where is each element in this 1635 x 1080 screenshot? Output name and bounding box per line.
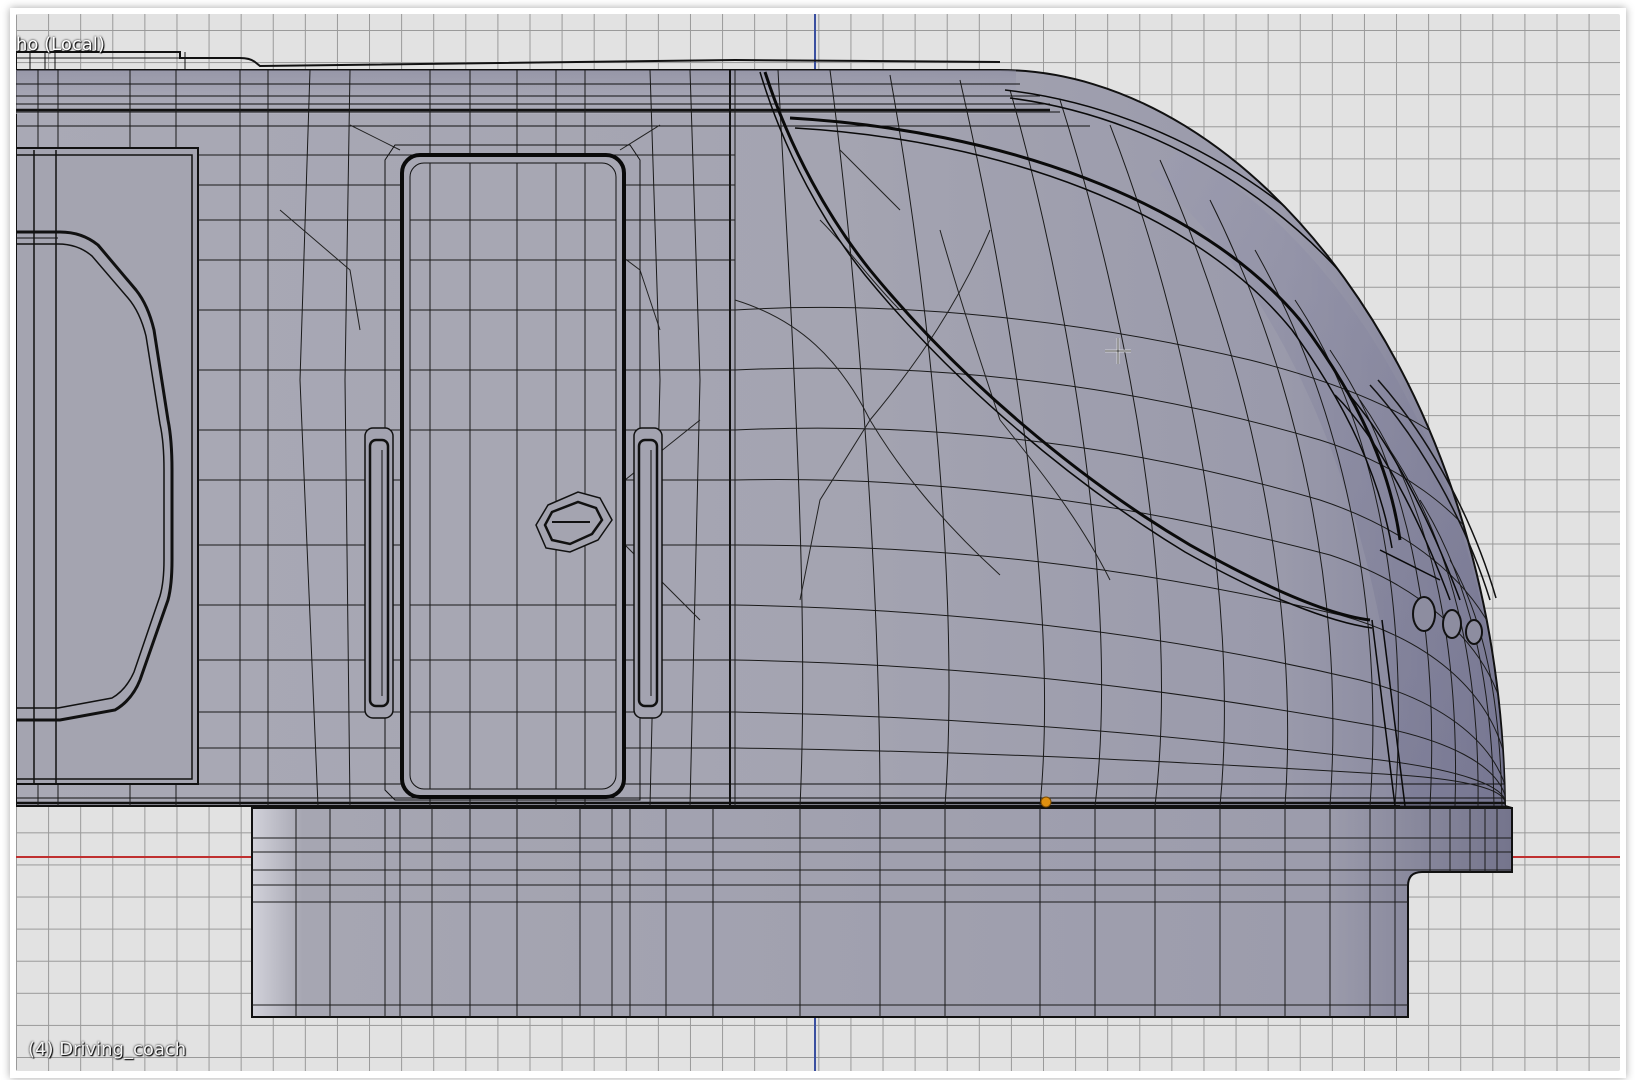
underframe[interactable]: [251, 807, 1513, 1018]
car-body[interactable]: [16, 51, 1506, 807]
grab-handle-right[interactable]: [633, 427, 663, 719]
object-origin[interactable]: [1040, 796, 1052, 808]
cab-door[interactable]: [384, 144, 641, 801]
3d-viewport[interactable]: ho (Local) (4) Driving_coach: [16, 14, 1620, 1071]
active-object-label: (4) Driving_coach: [28, 1039, 187, 1060]
grab-handle-left[interactable]: [364, 427, 394, 719]
side-window[interactable]: [16, 147, 199, 785]
view-label: ho (Local): [16, 34, 105, 55]
mesh-scene[interactable]: [16, 14, 1620, 1071]
